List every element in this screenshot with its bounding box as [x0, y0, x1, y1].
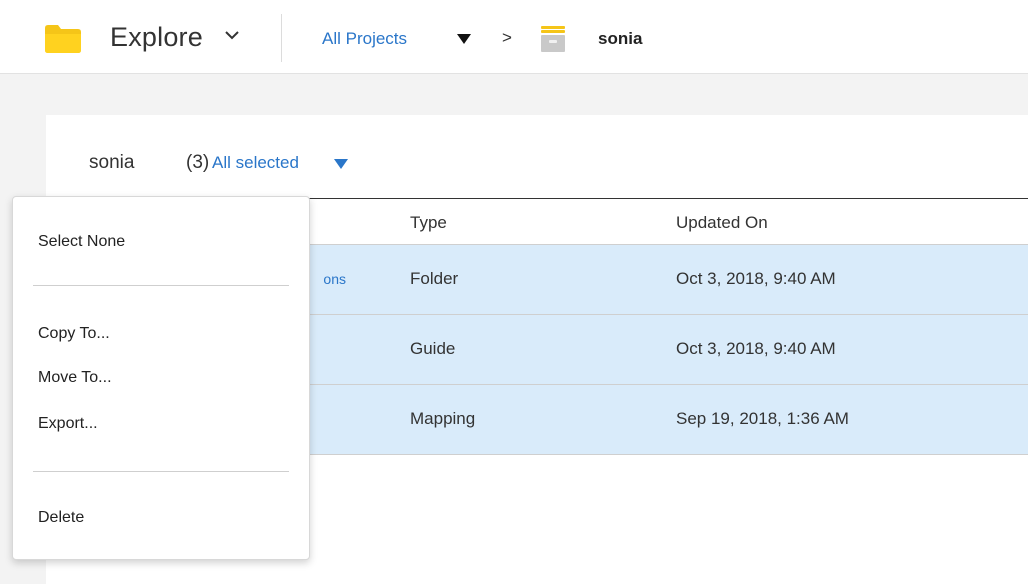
row-updated-on: Sep 19, 2018, 1:36 AM	[676, 409, 849, 428]
breadcrumb-current-project: sonia	[598, 29, 643, 48]
caret-down-icon[interactable]	[334, 159, 348, 169]
menu-item-select-none[interactable]: Select None	[38, 233, 125, 251]
column-header-type[interactable]: Type	[410, 213, 447, 233]
explore-menu-label[interactable]: Explore	[110, 22, 203, 53]
menu-item-delete[interactable]: Delete	[38, 509, 84, 527]
project-box-icon	[541, 26, 565, 52]
row-updated-on: Oct 3, 2018, 9:40 AM	[676, 269, 836, 288]
folder-icon	[45, 25, 81, 53]
menu-item-copy-to[interactable]: Copy To...	[38, 325, 110, 343]
breadcrumb-all-projects[interactable]: All Projects	[322, 29, 407, 49]
selection-context-menu: Select None Copy To... Move To... Export…	[12, 196, 310, 560]
menu-divider	[33, 471, 289, 472]
caret-down-icon[interactable]	[457, 34, 471, 44]
column-header-updated-on[interactable]: Updated On	[676, 213, 768, 233]
chevron-down-icon[interactable]	[224, 29, 240, 41]
menu-item-move-to[interactable]: Move To...	[38, 369, 112, 387]
project-title: sonia	[89, 152, 135, 173]
row-type: Folder	[410, 269, 459, 288]
selection-dropdown[interactable]: All selected	[212, 153, 299, 173]
row-type: Guide	[410, 339, 456, 358]
row-updated-on: Oct 3, 2018, 9:40 AM	[676, 339, 836, 358]
item-count: (3)	[186, 152, 210, 173]
row-type: Mapping	[410, 409, 476, 428]
top-header: Explore All Projects > sonia	[0, 0, 1028, 74]
breadcrumb-separator: >	[502, 28, 512, 47]
header-divider	[281, 14, 282, 62]
menu-item-export[interactable]: Export...	[38, 415, 98, 433]
menu-divider	[33, 285, 289, 286]
